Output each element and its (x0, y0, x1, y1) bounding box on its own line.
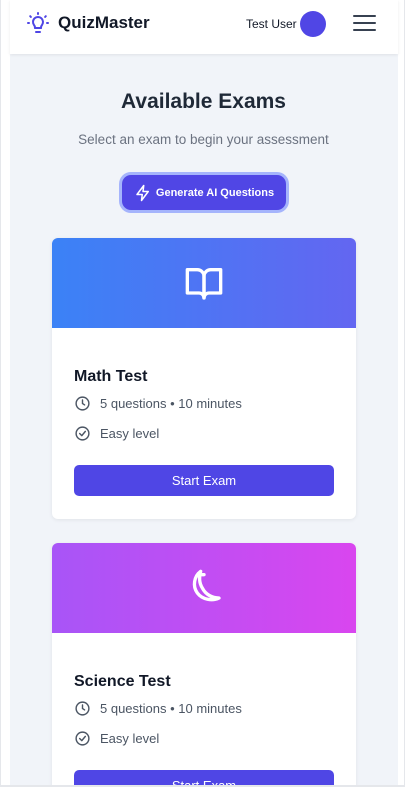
book-open-icon (185, 268, 223, 300)
check-circle-icon (75, 731, 90, 746)
exam-meta-level: Easy level (74, 730, 159, 747)
page-title: Available Exams (121, 90, 286, 113)
exam-meta-questions-text: 5 questions • 10 minutes (100, 396, 242, 411)
clock-icon (75, 396, 90, 411)
avatar[interactable] (300, 11, 326, 37)
exam-meta-questions: 5 questions • 10 minutes (74, 700, 242, 717)
start-exam-button[interactable]: Start Exam (74, 465, 334, 496)
exam-meta-level-text: Easy level (100, 426, 160, 441)
hamburger-menu-icon[interactable] (353, 14, 377, 32)
exam-title: Math Test (74, 368, 148, 385)
exam-card-banner (52, 543, 356, 633)
lightning-icon (136, 184, 149, 201)
top-header: QuizMaster Test User (10, 0, 398, 54)
moon-icon (192, 569, 221, 602)
exam-meta-level-text: Easy level (100, 731, 160, 746)
clock-icon (75, 701, 90, 716)
lightbulb-icon[interactable] (26, 11, 50, 35)
exam-card-math: Math Test 5 questions • 10 minutes Easy … (52, 238, 356, 519)
user-name: Test User (246, 17, 297, 31)
exam-meta-level: Easy level (74, 425, 159, 442)
exam-card-science: Science Test 5 questions • 10 minutes Ea… (52, 543, 356, 787)
check-circle-icon (75, 426, 90, 441)
app-title[interactable]: QuizMaster (58, 13, 150, 33)
generate-ai-questions-button[interactable]: Generate AI Questions (122, 175, 286, 210)
exam-meta-questions: 5 questions • 10 minutes (74, 395, 242, 412)
generate-ai-questions-label: Generate AI Questions (155, 186, 275, 199)
app-window: QuizMaster Test User Available Exams Sel… (0, 0, 405, 787)
exam-meta-questions-text: 5 questions • 10 minutes (100, 701, 242, 716)
page-subtitle: Select an exam to begin your assessment (78, 132, 329, 147)
exam-title: Science Test (74, 673, 171, 690)
exam-card-banner (52, 238, 356, 328)
